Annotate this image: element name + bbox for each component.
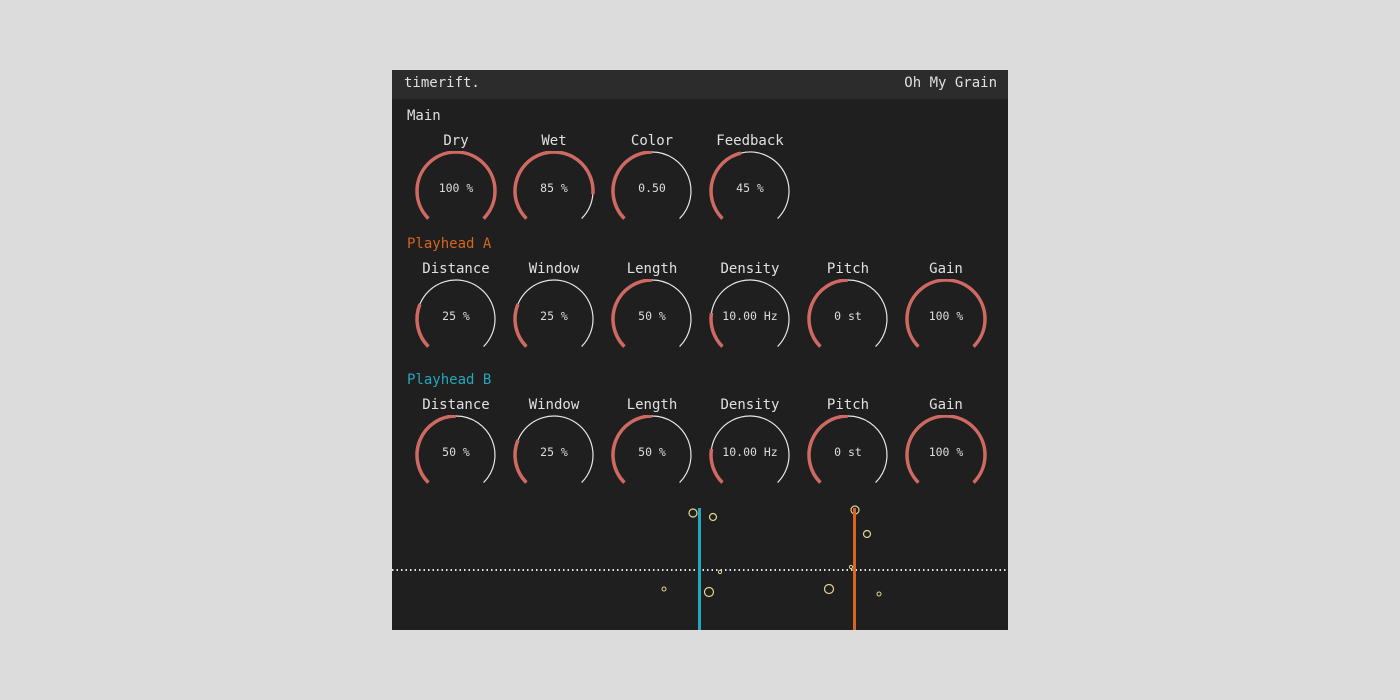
- knob-main-color[interactable]: Color 0.50: [603, 133, 701, 229]
- grain-circle: [688, 508, 698, 518]
- knob-b-gain[interactable]: Gain 100 %: [897, 397, 995, 493]
- knob-b-window[interactable]: Window 25 %: [505, 397, 603, 493]
- grain-timeline[interactable]: [392, 504, 1008, 630]
- playhead-b-marker[interactable]: [698, 508, 701, 630]
- knob-a-gain[interactable]: Gain 100 %: [897, 261, 995, 357]
- knob-value: 0.50: [638, 181, 666, 195]
- grain-circle: [876, 591, 882, 597]
- grain-circle: [708, 512, 718, 522]
- knob-value: 50 %: [638, 309, 666, 323]
- knob-label: Gain: [929, 397, 963, 413]
- knob-value: 0 st: [834, 309, 862, 323]
- grain-circle: [848, 564, 854, 570]
- section-label-main: Main: [407, 108, 441, 124]
- knob-a-window[interactable]: Window 25 %: [505, 261, 603, 357]
- knob-label: Length: [626, 261, 678, 277]
- knob-label: Wet: [541, 133, 567, 149]
- knob-label: Window: [528, 397, 580, 413]
- knob-label: Window: [528, 261, 580, 277]
- knob-label: Length: [626, 397, 678, 413]
- knob-a-density[interactable]: Density 10.00 Hz: [701, 261, 799, 357]
- playhead-a-marker[interactable]: [853, 508, 856, 630]
- grain-circle: [717, 569, 723, 575]
- section-label-playhead-b: Playhead B: [407, 372, 492, 388]
- knob-a-pitch[interactable]: Pitch 0 st: [799, 261, 897, 357]
- knob-main-feedback[interactable]: Feedback 45 %: [701, 133, 799, 229]
- knob-value: 25 %: [442, 309, 470, 323]
- knob-b-length[interactable]: Length 50 %: [603, 397, 701, 493]
- knob-main-dry[interactable]: Dry 100 %: [407, 133, 505, 229]
- knob-label: Gain: [929, 261, 963, 277]
- knob-b-distance[interactable]: Distance 50 %: [407, 397, 505, 493]
- knob-label: Density: [720, 397, 780, 413]
- knob-value: 0 st: [834, 445, 862, 459]
- knob-value: 100 %: [928, 445, 964, 459]
- plugin-window: timerift. Oh My Grain Main Dry 100 % Wet…: [392, 70, 1008, 630]
- knob-value: 100 %: [928, 309, 964, 323]
- preset-name[interactable]: Oh My Grain: [904, 75, 997, 91]
- knob-value: 45 %: [736, 181, 764, 195]
- knob-label: Pitch: [826, 261, 870, 277]
- grain-circle: [862, 529, 872, 539]
- knob-value: 10.00 Hz: [722, 309, 778, 323]
- grain-circle: [823, 583, 835, 595]
- knob-a-distance[interactable]: Distance 25 %: [407, 261, 505, 357]
- knob-label: Dry: [443, 133, 469, 149]
- knob-value: 25 %: [540, 309, 568, 323]
- knob-track-arc: [581, 194, 594, 220]
- knob-main-wet[interactable]: Wet 85 %: [505, 133, 603, 229]
- timeline-canvas: [392, 505, 1008, 630]
- knob-value: 100 %: [438, 181, 474, 195]
- knob-value: 50 %: [442, 445, 470, 459]
- grain-circle: [703, 586, 715, 598]
- knob-label: Pitch: [826, 397, 870, 413]
- knob-label: Density: [720, 261, 780, 277]
- title-bar: timerift. Oh My Grain: [392, 70, 1008, 99]
- knob-label: Color: [630, 133, 674, 149]
- knob-label: Distance: [422, 261, 490, 277]
- knob-label: Distance: [422, 397, 490, 413]
- knob-value: 85 %: [540, 181, 568, 195]
- knob-value: 50 %: [638, 445, 666, 459]
- knob-b-density[interactable]: Density 10.00 Hz: [701, 397, 799, 493]
- brand-name: timerift.: [404, 75, 480, 91]
- knob-a-length[interactable]: Length 50 %: [603, 261, 701, 357]
- knob-value: 25 %: [540, 445, 568, 459]
- knob-value: 10.00 Hz: [722, 445, 778, 459]
- knob-b-pitch[interactable]: Pitch 0 st: [799, 397, 897, 493]
- knob-label: Feedback: [716, 133, 784, 149]
- section-label-playhead-a: Playhead A: [407, 236, 492, 252]
- grain-circle: [661, 586, 667, 592]
